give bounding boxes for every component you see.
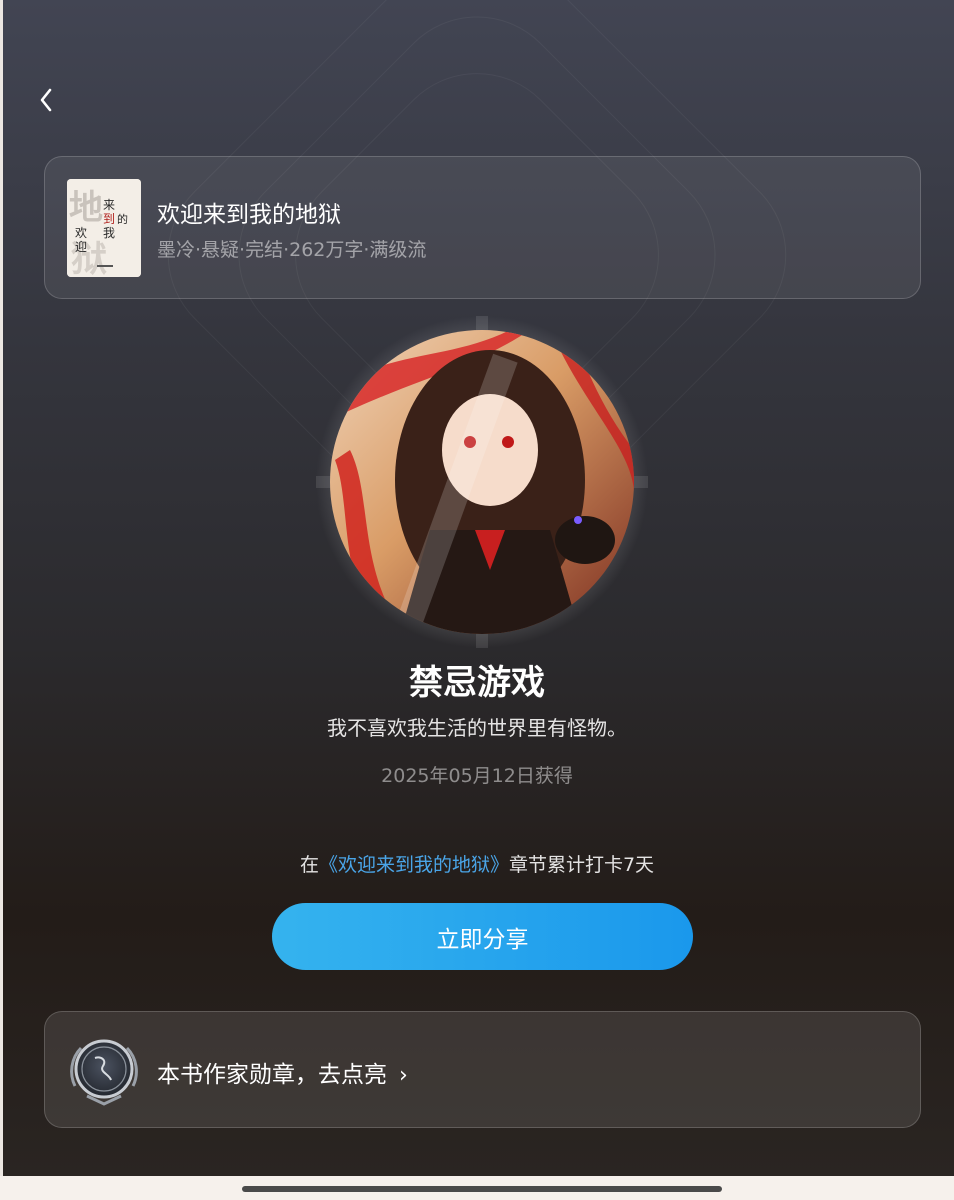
svg-text:地: 地 bbox=[69, 188, 103, 228]
chevron-right-icon: › bbox=[399, 1063, 408, 1088]
svg-text:来: 来 bbox=[103, 198, 115, 212]
book-info-card[interactable]: 地 狱 来 到 我 欢 迎 的 欢迎来到我的地狱 墨冷·悬疑·完结·262万字·… bbox=[44, 156, 921, 299]
medal-description: 我不喜欢我生活的世界里有怪物。 bbox=[327, 716, 627, 740]
condition-suffix: 章节累计打卡7天 bbox=[508, 854, 655, 876]
author-medal-card[interactable]: 本书作家勋章，去点亮 › bbox=[44, 1011, 921, 1128]
chevron-left-icon bbox=[40, 88, 52, 112]
author-medal-label: 本书作家勋章，去点亮 bbox=[157, 1062, 387, 1088]
home-indicator[interactable] bbox=[242, 1186, 722, 1192]
back-button[interactable] bbox=[30, 82, 62, 118]
medal-portrait-art bbox=[330, 330, 634, 634]
book-cover: 地 狱 来 到 我 欢 迎 的 bbox=[67, 179, 141, 277]
medal-name: 禁忌游戏 bbox=[409, 663, 545, 703]
svg-text:欢: 欢 bbox=[75, 225, 87, 240]
svg-text:迎: 迎 bbox=[75, 240, 87, 254]
share-button[interactable]: 立即分享 bbox=[272, 903, 693, 970]
medal-screen: 地 狱 来 到 我 欢 迎 的 欢迎来到我的地狱 墨冷·悬疑·完结·262万字·… bbox=[0, 0, 954, 1176]
left-edge-strip bbox=[0, 0, 3, 1176]
book-meta: 墨冷·悬疑·完结·262万字·满级流 bbox=[157, 239, 427, 261]
medal-portrait bbox=[330, 330, 634, 634]
book-cover-art: 地 狱 来 到 我 欢 迎 的 bbox=[67, 179, 141, 277]
author-medal-icon bbox=[70, 1039, 138, 1106]
medal-badge bbox=[316, 316, 648, 648]
condition-prefix: 在 bbox=[299, 854, 319, 876]
svg-text:到: 到 bbox=[103, 212, 115, 226]
medal-obtained-date: 2025年05月12日获得 bbox=[381, 765, 573, 787]
condition-book-link[interactable]: 《欢迎来到我的地狱》 bbox=[319, 854, 509, 876]
svg-text:我: 我 bbox=[103, 226, 115, 240]
svg-text:的: 的 bbox=[117, 212, 128, 226]
medal-condition: 在《欢迎来到我的地狱》章节累计打卡7天 bbox=[0, 850, 954, 877]
author-medal-label-row: 本书作家勋章，去点亮 › bbox=[157, 1055, 408, 1089]
book-title: 欢迎来到我的地狱 bbox=[157, 202, 341, 228]
